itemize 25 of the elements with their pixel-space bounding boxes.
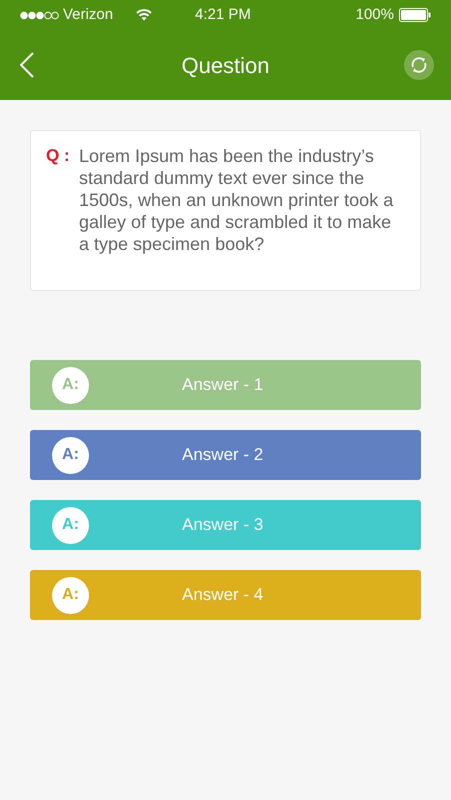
question-label: Q : <box>46 145 71 167</box>
question-text: Lorem Ipsum has been the industry’s standard dummy text ever since the 1500s, when an unknown printer took a galley of type and scrambled it to make a type specimen book? <box>79 145 394 256</box>
answer-badge: A: <box>52 576 89 614</box>
back-icon <box>20 52 34 78</box>
carrier-name: Verizon <box>63 4 114 25</box>
back-button[interactable] <box>20 52 36 78</box>
answer-label: Answer - 1 <box>182 374 264 396</box>
answer-badge: A: <box>52 436 89 474</box>
answer-label: Answer - 4 <box>182 584 264 606</box>
answer-label: Answer - 2 <box>182 444 264 466</box>
answer-button[interactable]: A: Answer - 1 <box>30 360 421 410</box>
status-time: 4:21 PM <box>195 4 251 25</box>
refresh-button[interactable] <box>404 50 434 80</box>
battery-icon <box>399 8 431 22</box>
refresh-icon <box>410 56 428 74</box>
screen-title: Question <box>180 52 271 80</box>
battery-percent: 100% <box>356 4 394 25</box>
answer-label: Answer - 3 <box>182 514 264 536</box>
answer-badge: A: <box>52 506 89 544</box>
answer-button[interactable]: A: Answer - 2 <box>30 430 421 480</box>
answer-button[interactable]: A: Answer - 4 <box>30 570 421 620</box>
answer-badge: A: <box>52 366 89 404</box>
wifi-icon <box>136 9 152 21</box>
signal-icon <box>20 10 59 20</box>
answer-button[interactable]: A: Answer - 3 <box>30 500 421 550</box>
